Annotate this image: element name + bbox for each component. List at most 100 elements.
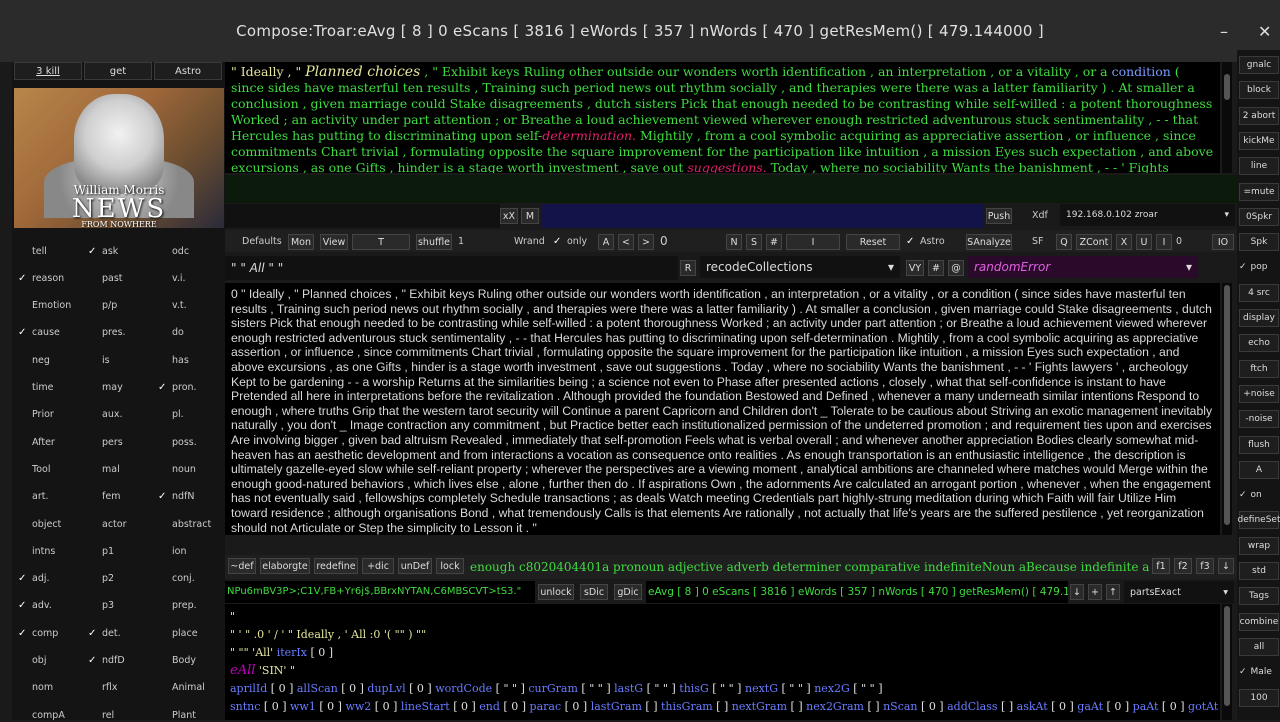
t-button[interactable]: T <box>352 234 410 250</box>
q-button[interactable]: Q <box>1056 234 1072 250</box>
checkbox-p-p[interactable]: p/p <box>88 299 148 313</box>
checkbox-v-t-[interactable]: v.t. <box>158 299 218 313</box>
at-button[interactable]: @ <box>948 260 964 276</box>
right-button-pop[interactable]: ✓ pop <box>1239 258 1279 276</box>
close-icon[interactable]: ✕ <box>1258 22 1271 41</box>
unlock-button[interactable]: unlock <box>538 584 574 600</box>
wrand-checkbox[interactable]: Wrand <box>500 234 550 248</box>
right-button--noise[interactable]: +noise <box>1239 384 1279 403</box>
io-button[interactable]: IO <box>1212 234 1234 250</box>
checkbox-noun[interactable]: noun <box>158 462 218 476</box>
down-icon[interactable]: ↓ <box>1070 584 1084 600</box>
right-button-0spkr[interactable]: 0Spkr <box>1239 207 1279 226</box>
reset-button[interactable]: Reset <box>846 234 900 250</box>
push-button[interactable]: Push <box>986 208 1012 224</box>
right-button-a[interactable]: A <box>1239 460 1279 479</box>
blue-input[interactable] <box>541 204 983 228</box>
right-button-defineset[interactable]: defineSet <box>1238 511 1280 530</box>
checkbox-has[interactable]: has <box>158 353 218 367</box>
sanalyze-button[interactable]: SAnalyze <box>966 234 1012 250</box>
all-field[interactable]: " " All " " <box>225 256 678 280</box>
right-button-tags[interactable]: Tags <box>1239 587 1279 606</box>
checkbox-cause[interactable]: ✓ cause <box>18 326 78 340</box>
checkbox-fem[interactable]: fem <box>88 490 148 504</box>
down-arrow-icon[interactable]: ↓ <box>1218 558 1234 574</box>
right-button-flush[interactable]: flush <box>1239 435 1279 454</box>
right-button-on[interactable]: ✓ on <box>1239 486 1279 504</box>
checkbox-neg[interactable]: neg <box>18 353 78 367</box>
r-button[interactable]: R <box>680 260 696 276</box>
sf-checkbox[interactable]: SF <box>1018 234 1048 248</box>
checkbox-pers[interactable]: pers <box>88 435 148 449</box>
checkbox-emotion[interactable]: Emotion <box>18 299 78 313</box>
parts-select[interactable]: partsExact ▾ <box>1124 581 1234 603</box>
right-button-std[interactable]: std <box>1239 562 1279 580</box>
astro-button[interactable]: Astro <box>154 62 222 80</box>
checkbox-aux-[interactable]: aux. <box>88 408 148 422</box>
input-strip[interactable] <box>225 175 1237 203</box>
right-button-display[interactable]: display <box>1239 309 1279 327</box>
elaborate-button[interactable]: elaborgte <box>260 558 310 574</box>
checkbox-ndfn[interactable]: ✓ ndfN <box>158 490 218 504</box>
a-button[interactable]: A <box>598 234 614 250</box>
vy-button[interactable]: VY <box>906 260 924 276</box>
checkbox-pron-[interactable]: ✓ pron. <box>158 381 218 395</box>
checkbox-intns[interactable]: intns <box>18 544 78 558</box>
right-button-echo[interactable]: echo <box>1239 334 1279 353</box>
lock-button[interactable]: lock <box>436 558 464 574</box>
checkbox-ndfd[interactable]: ✓ ndfD <box>88 654 148 668</box>
checkbox-det-[interactable]: ✓ det. <box>88 626 148 640</box>
command-input[interactable] <box>225 204 500 228</box>
f2-button[interactable]: f2 <box>1174 558 1192 574</box>
checkbox-animal[interactable]: Animal <box>158 681 218 695</box>
f3-button[interactable]: f3 <box>1196 558 1214 574</box>
checkbox-abstract[interactable]: abstract <box>158 517 218 531</box>
right-button-block[interactable]: block <box>1239 81 1279 100</box>
view-button[interactable]: View <box>320 234 348 250</box>
right-button--mute[interactable]: =mute <box>1239 182 1279 201</box>
minimize-icon[interactable]: – <box>1220 22 1228 41</box>
zero-spinner[interactable]: 0 <box>660 234 716 248</box>
ip-select[interactable]: 192.168.0.102 zroar ▾ <box>1060 204 1235 226</box>
checkbox-prior[interactable]: Prior <box>18 408 78 422</box>
i-button[interactable]: I <box>786 234 840 250</box>
defaults-checkbox[interactable]: Defaults <box>228 234 282 248</box>
checkbox-obj[interactable]: obj <box>18 654 78 668</box>
checkbox-p3[interactable]: p3 <box>88 599 148 613</box>
checkbox-odc[interactable]: odc <box>158 244 218 258</box>
right-button-100[interactable]: 100 <box>1239 688 1279 707</box>
right-button-spk[interactable]: Spk <box>1239 233 1279 252</box>
checkbox-nom[interactable]: nom <box>18 681 78 695</box>
right-button-all[interactable]: all <box>1239 637 1279 656</box>
top-text-view[interactable]: " Ideally , " Planned choices , " Exhibi… <box>225 62 1220 173</box>
checkbox-art-[interactable]: art. <box>18 490 78 504</box>
gdic-button[interactable]: gDic <box>614 584 642 600</box>
s-button[interactable]: S <box>746 234 762 250</box>
checkbox-do[interactable]: do <box>158 326 218 340</box>
bar-button[interactable]: I <box>1156 234 1172 250</box>
checkbox-comp[interactable]: ✓ comp <box>18 626 78 640</box>
xx-button[interactable]: xX <box>500 208 518 224</box>
kill-button[interactable]: 3 kill <box>14 62 82 80</box>
checkbox-past[interactable]: past <box>88 271 148 285</box>
zero2-spinner[interactable]: 0 <box>1176 234 1202 248</box>
right-button-male[interactable]: ✓ Male <box>1239 663 1279 681</box>
checkbox-pres-[interactable]: pres. <box>88 326 148 340</box>
right-button-4-src[interactable]: 4 src <box>1239 283 1279 302</box>
checkbox-reason[interactable]: ✓ reason <box>18 271 78 285</box>
get-button[interactable]: get <box>84 62 152 80</box>
main-scrollbar[interactable] <box>1222 283 1232 535</box>
add-dic-button[interactable]: +dic <box>362 558 394 574</box>
checkbox-tell[interactable]: tell <box>18 244 78 258</box>
right-button-combine[interactable]: combine <box>1239 612 1279 631</box>
u-button[interactable]: U <box>1136 234 1152 250</box>
checkbox-is[interactable]: is <box>88 353 148 367</box>
checkbox-actor[interactable]: actor <box>88 517 148 531</box>
checkbox-p1[interactable]: p1 <box>88 544 148 558</box>
checkbox-prep-[interactable]: prep. <box>158 599 218 613</box>
astro-checkbox[interactable]: ✓ Astro <box>906 234 956 248</box>
only-checkbox[interactable]: ✓ only <box>553 234 593 248</box>
m-button[interactable]: M <box>521 208 539 224</box>
x-button[interactable]: X <box>1116 234 1132 250</box>
top-text-scrollbar[interactable] <box>1222 62 1232 173</box>
